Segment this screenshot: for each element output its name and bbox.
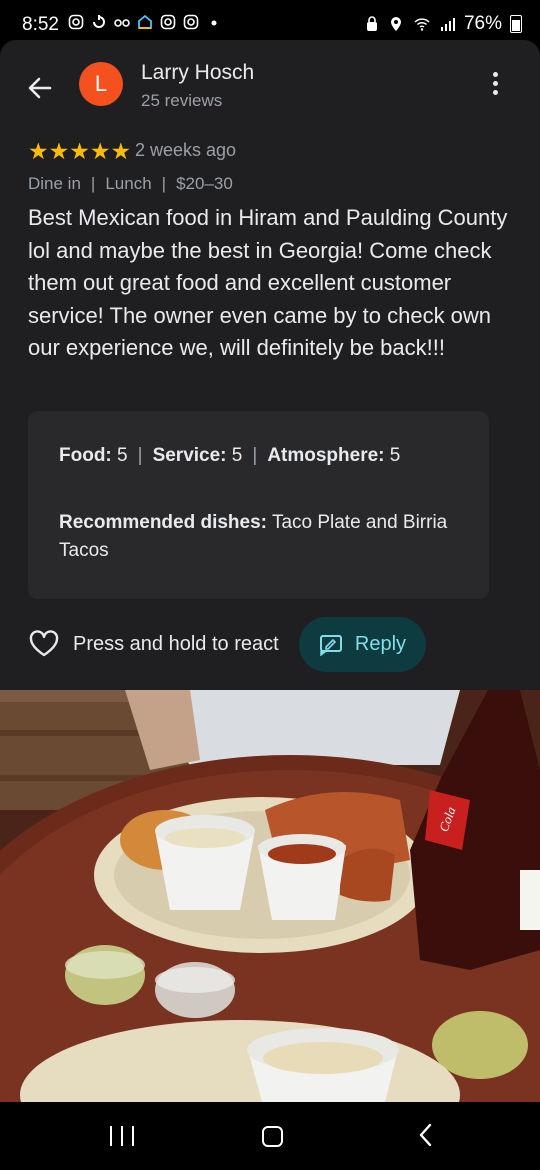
instagram-icon [160,14,176,30]
service-label: Service: [152,445,227,466]
lock-icon [366,16,377,31]
instagram-icon [68,14,84,30]
dot-icon [211,20,217,26]
tag-dine-in: Dine in [28,174,81,193]
reply-button[interactable]: Reply [299,617,426,672]
status-system-icons: 76% [364,13,522,35]
tag-separator: | [161,174,167,193]
sync-icon [93,15,105,28]
review-text: Best Mexican food in Hiram and Paulding … [28,205,508,360]
signal-icon [440,18,455,31]
reply-label: Reply [354,633,407,655]
back-arrow-icon[interactable] [24,72,56,104]
tag-price: $20–30 [176,174,233,193]
review-panel: L Larry Hosch 25 reviews ★★★★★ 2 weeks a… [0,40,540,690]
wifi-icon [414,18,430,31]
reviewer-avatar[interactable]: L [79,62,123,106]
recommended-label: Recommended dishes: [59,512,267,533]
food-photo-illustration: Cola [0,690,540,1102]
status-bar: 8:52 76% [0,0,540,40]
google-home-icon [138,14,152,29]
more-options-icon[interactable] [487,72,503,98]
review-date: 2 weeks ago [135,140,237,160]
sub-ratings: Food: 5 | Service: 5 | Atmosphere: 5 [59,445,400,467]
tag-separator: | [90,174,96,193]
recommended-dishes: Recommended dishes: Taco Plate and Birri… [59,509,479,565]
navigation-bar [0,1102,540,1170]
review-photo[interactable]: Cola [0,690,540,1102]
react-label: Press and hold to react [73,632,279,655]
service-value: 5 [231,445,243,466]
react-button[interactable]: Press and hold to react [28,616,279,672]
atmosphere-value: 5 [389,445,401,466]
reviewer-name[interactable]: Larry Hosch [141,61,254,85]
ratings-card: Food: 5 | Service: 5 | Atmosphere: 5 Rec… [28,411,489,599]
instagram-icon [183,14,199,30]
home-icon[interactable] [262,1126,283,1147]
tag-meal: Lunch [105,174,152,193]
glasses-icon [114,19,130,27]
rating-separator: | [252,445,258,466]
review-tags: Dine in | Lunch | $20–30 [28,174,233,194]
status-time: 8:52 [22,14,59,35]
heart-icon [29,630,59,657]
reply-icon [319,634,342,656]
food-label: Food: [59,445,112,466]
battery-icon [510,15,522,33]
rating-separator: | [137,445,143,466]
status-notification-icons [68,14,222,30]
reviewer-review-count: 25 reviews [141,91,223,110]
battery-percent: 76% [463,13,502,34]
recents-icon[interactable] [110,1126,134,1146]
location-icon [390,17,401,31]
food-value: 5 [117,445,128,466]
nav-back-icon[interactable] [416,1122,436,1148]
star-rating: ★★★★★ [28,138,132,164]
atmosphere-label: Atmosphere: [267,445,385,466]
